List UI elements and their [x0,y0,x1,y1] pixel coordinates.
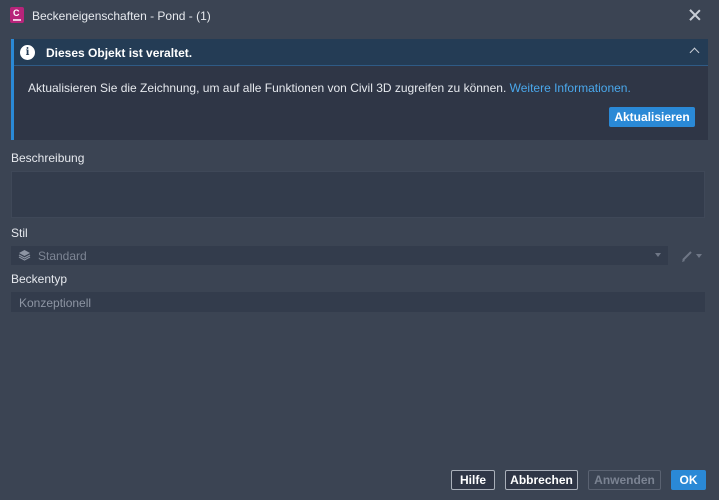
help-button[interactable]: Hilfe [451,470,495,490]
basin-type-value: Konzeptionell [19,296,92,310]
info-icon: i [20,45,35,60]
apply-button[interactable]: Anwenden [588,470,661,490]
description-field[interactable] [11,171,705,218]
style-dropdown[interactable]: Standard [11,246,668,265]
basin-type-label: Beckentyp [11,272,68,286]
outdated-object-banner: i Dieses Objekt ist veraltet. Aktualisie… [11,39,708,140]
banner-header[interactable]: i Dieses Objekt ist veraltet. [14,39,708,66]
description-label: Beschreibung [11,151,85,165]
close-icon[interactable] [685,5,705,25]
cancel-button[interactable]: Abbrechen [505,470,578,490]
collapse-chevron-icon[interactable] [689,47,700,58]
window-title: Beckeneigenschaften - Pond - (1) [32,9,211,23]
style-value: Standard [38,249,87,263]
civil3d-app-icon: C [10,7,24,23]
title-bar[interactable]: C Beckeneigenschaften - Pond - (1) [0,0,719,31]
edit-pencil-icon [682,251,702,262]
style-icon [18,250,31,261]
properties-dialog: C Beckeneigenschaften - Pond - (1) i Die… [0,0,719,500]
edit-style-button[interactable] [679,246,707,265]
banner-message: Aktualisieren Sie die Zeichnung, um auf … [28,81,631,95]
ok-button[interactable]: OK [671,470,706,490]
chevron-down-icon [655,253,661,257]
banner-message-text: Aktualisieren Sie die Zeichnung, um auf … [28,81,507,95]
basin-type-field: Konzeptionell [11,292,705,312]
update-button[interactable]: Aktualisieren [609,107,695,127]
more-info-link[interactable]: Weitere Informationen. [510,81,631,95]
banner-title: Dieses Objekt ist veraltet. [46,46,193,60]
style-label: Stil [11,226,28,240]
